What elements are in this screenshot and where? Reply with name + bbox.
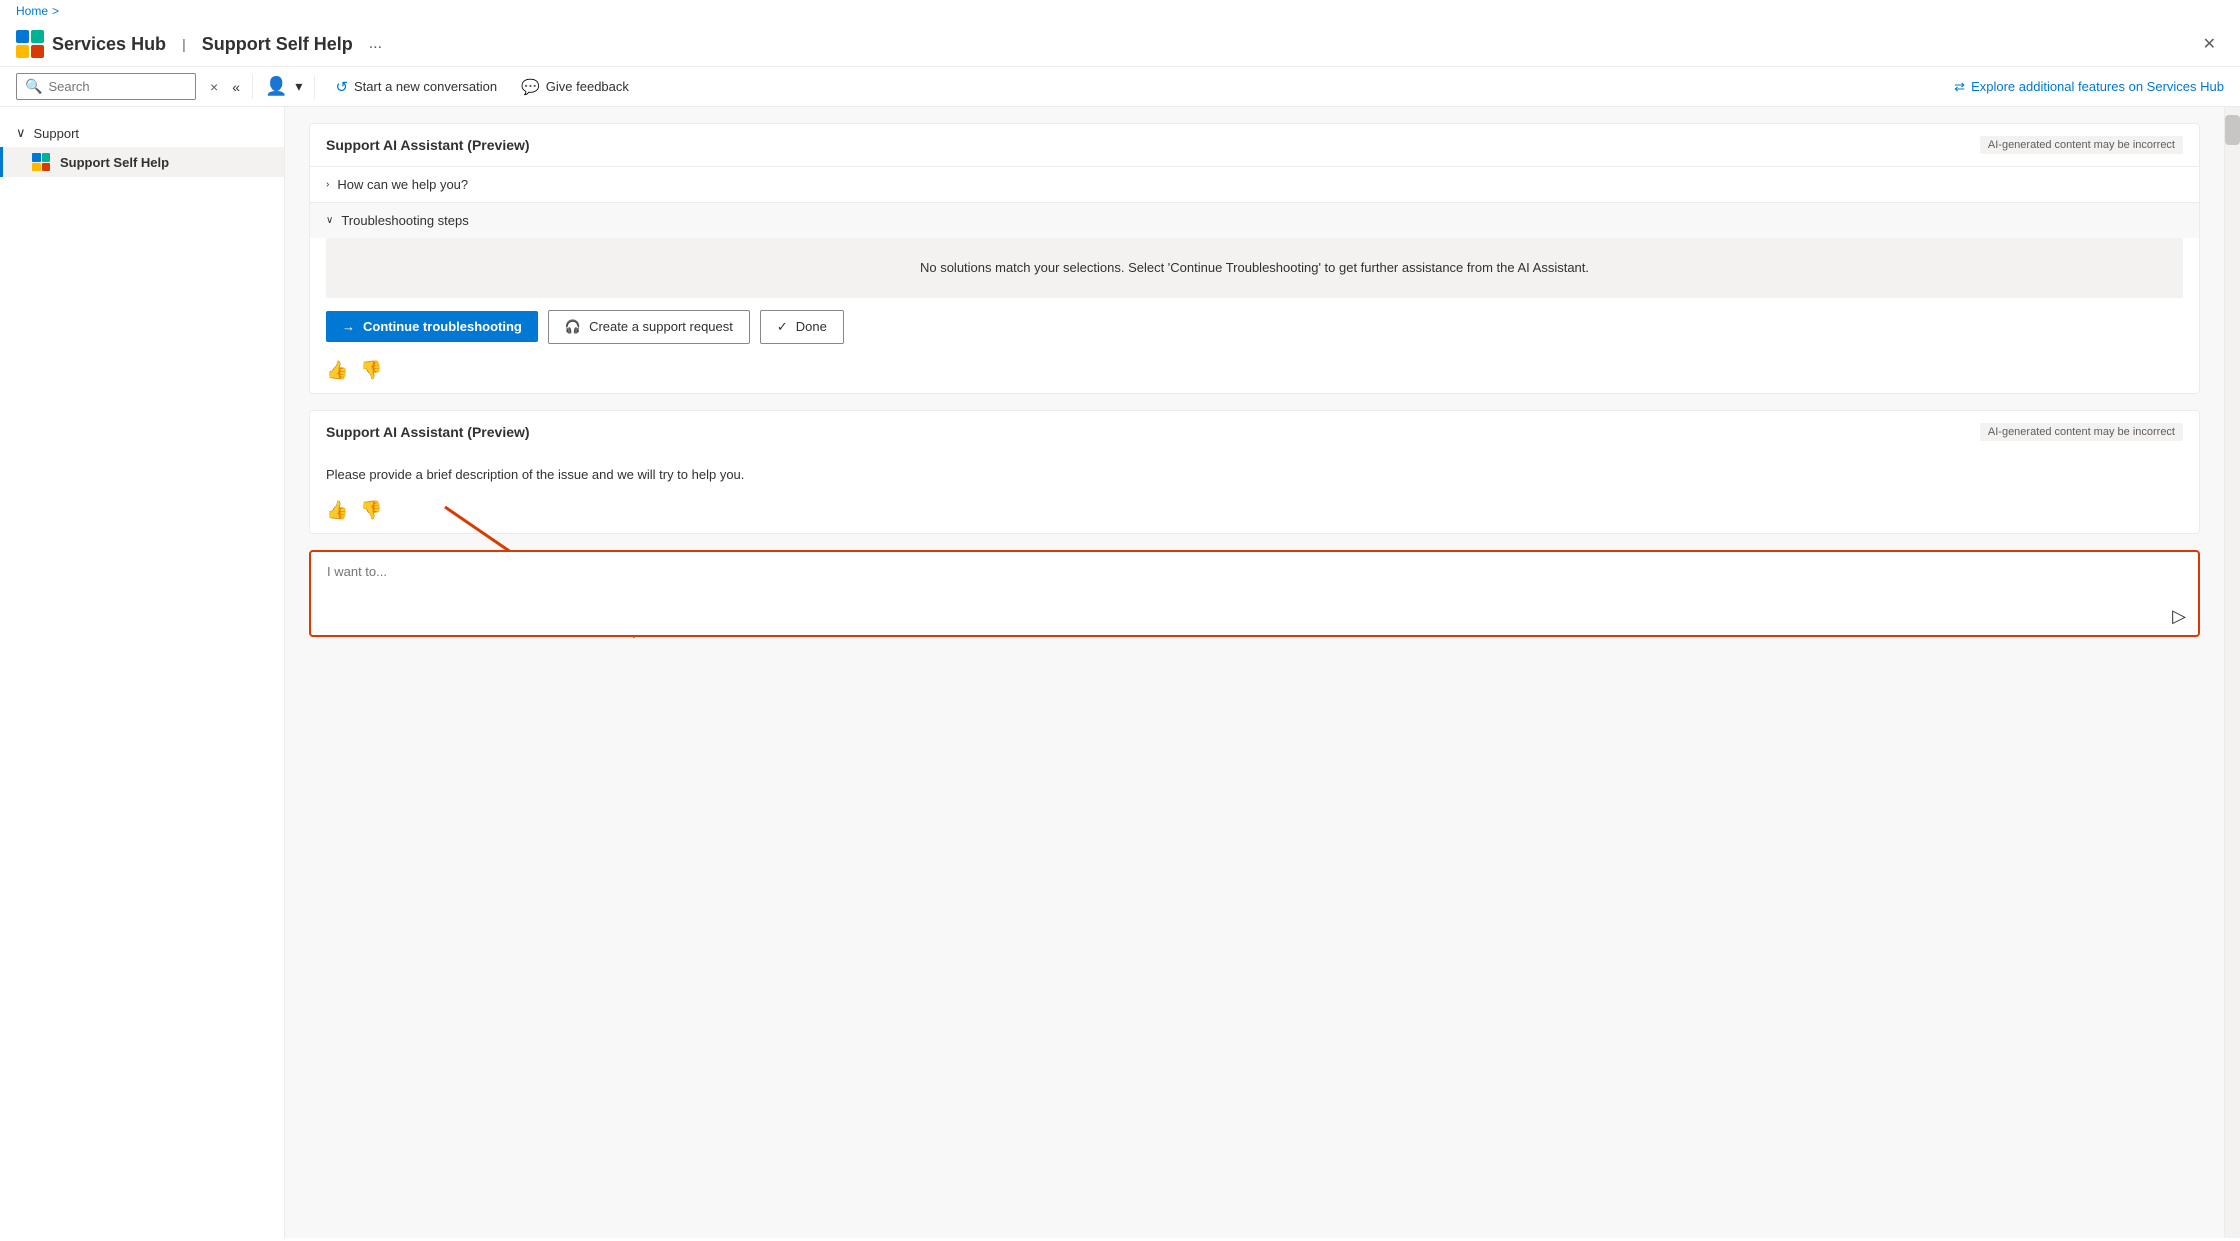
give-feedback-label: Give feedback bbox=[546, 79, 629, 94]
thumbs-down-button-1[interactable]: 👎 bbox=[360, 360, 382, 381]
sidebar-item-label: Support Self Help bbox=[60, 155, 169, 170]
chevron-down-icon: ∨ bbox=[16, 125, 26, 141]
feedback-row-2: 👍 👎 bbox=[310, 496, 2199, 533]
continue-troubleshooting-label: Continue troubleshooting bbox=[363, 319, 522, 334]
continue-troubleshooting-button[interactable]: → Continue troubleshooting bbox=[326, 311, 538, 342]
create-support-request-label: Create a support request bbox=[589, 319, 733, 334]
chat-card-2: Support AI Assistant (Preview) AI-genera… bbox=[309, 410, 2200, 535]
app-title: Services Hub bbox=[52, 34, 166, 55]
sidebar-group-text: Support bbox=[34, 126, 80, 141]
chevron-down-icon: ∨ bbox=[326, 215, 333, 226]
check-icon: ✓ bbox=[777, 319, 788, 335]
toolbar-divider-2 bbox=[314, 75, 315, 99]
toolbar-divider bbox=[252, 75, 253, 99]
logo-tr bbox=[42, 153, 51, 162]
arrow-icon: → bbox=[342, 319, 355, 334]
search-box: 🔍 bbox=[16, 73, 196, 100]
toolbar: 🔍 × « 👤 ▾ ↺ Start a new conversation 💬 G… bbox=[0, 67, 2240, 107]
troubleshoot-message: No solutions match your selections. Sele… bbox=[920, 260, 1589, 275]
logo-br bbox=[31, 45, 44, 58]
more-options-button[interactable]: ... bbox=[361, 31, 390, 57]
chat-card-1-title: Support AI Assistant (Preview) bbox=[326, 137, 530, 153]
explore-features-link[interactable]: ⇄ Explore additional features on Service… bbox=[1954, 79, 2224, 95]
send-button[interactable]: ▷ bbox=[2172, 606, 2186, 627]
main-layout: ∨ Support Support Self Help Support AI A… bbox=[0, 107, 2240, 1238]
explore-icon: ⇄ bbox=[1954, 79, 1965, 95]
how-can-we-help-label: How can we help you? bbox=[337, 177, 468, 192]
title-separator: | bbox=[182, 36, 186, 52]
create-support-request-button[interactable]: 🎧 Create a support request bbox=[548, 310, 750, 344]
thumbs-up-button-1[interactable]: 👍 bbox=[326, 360, 348, 381]
logo-tr bbox=[31, 30, 44, 43]
person-dropdown-button[interactable]: ▾ bbox=[295, 78, 302, 95]
logo-bl bbox=[16, 45, 29, 58]
troubleshooting-steps-section[interactable]: ∨ Troubleshooting steps bbox=[310, 202, 2199, 238]
chevron-right-icon: › bbox=[326, 179, 329, 190]
content-area: Support AI Assistant (Preview) AI-genera… bbox=[285, 107, 2224, 1238]
chat-card-1-header: Support AI Assistant (Preview) AI-genera… bbox=[310, 124, 2199, 166]
headset-icon: 🎧 bbox=[565, 319, 581, 335]
clear-search-button[interactable]: × bbox=[204, 77, 224, 97]
done-button[interactable]: ✓ Done bbox=[760, 310, 844, 344]
message-input[interactable] bbox=[311, 552, 2198, 632]
breadcrumb: Home > bbox=[0, 0, 2240, 22]
ai-disclaimer-2: AI-generated content may be incorrect bbox=[1980, 423, 2183, 441]
how-can-we-help-section[interactable]: › How can we help you? bbox=[310, 166, 2199, 202]
top-bar: Services Hub | Support Self Help ... ✕ bbox=[0, 22, 2240, 67]
logo-area: Services Hub | Support Self Help ... bbox=[16, 30, 390, 58]
breadcrumb-sep: > bbox=[52, 4, 59, 18]
send-icon: ▷ bbox=[2172, 606, 2186, 626]
done-label: Done bbox=[796, 319, 827, 334]
person-icon: 👤 bbox=[265, 76, 287, 97]
app-subtitle: Support Self Help bbox=[202, 34, 353, 55]
chat-card-2-title: Support AI Assistant (Preview) bbox=[326, 424, 530, 440]
close-button[interactable]: ✕ bbox=[2195, 30, 2224, 58]
description-text: Please provide a brief description of th… bbox=[310, 453, 2199, 497]
action-row-1: → Continue troubleshooting 🎧 Create a su… bbox=[310, 310, 2199, 356]
explore-label: Explore additional features on Services … bbox=[1971, 79, 2224, 94]
search-input[interactable] bbox=[48, 79, 168, 94]
ai-disclaimer-1: AI-generated content may be incorrect bbox=[1980, 136, 2183, 154]
give-feedback-button[interactable]: 💬 Give feedback bbox=[513, 74, 637, 100]
chat-card-1: Support AI Assistant (Preview) AI-genera… bbox=[309, 123, 2200, 394]
sidebar-group-label[interactable]: ∨ Support bbox=[0, 119, 284, 147]
collapse-button[interactable]: « bbox=[232, 79, 240, 95]
logo-tl bbox=[16, 30, 29, 43]
start-conversation-button[interactable]: ↺ Start a new conversation bbox=[327, 74, 505, 100]
troubleshoot-body: No solutions match your selections. Sele… bbox=[326, 238, 2183, 298]
sidebar: ∨ Support Support Self Help bbox=[0, 107, 285, 1238]
app-logo bbox=[16, 30, 44, 58]
feedback-icon: 💬 bbox=[521, 78, 540, 96]
logo-bl bbox=[32, 163, 41, 172]
thumbs-down-button-2[interactable]: 👎 bbox=[360, 500, 382, 521]
input-area: ▷ bbox=[309, 550, 2200, 637]
search-icon: 🔍 bbox=[25, 78, 42, 95]
chat-card-2-header: Support AI Assistant (Preview) AI-genera… bbox=[310, 411, 2199, 453]
breadcrumb-home[interactable]: Home bbox=[16, 4, 48, 18]
scrollbar-area[interactable] bbox=[2224, 107, 2240, 1238]
start-conversation-label: Start a new conversation bbox=[354, 79, 497, 94]
thumbs-up-button-2[interactable]: 👍 bbox=[326, 500, 348, 521]
sidebar-item-support-self-help[interactable]: Support Self Help bbox=[0, 147, 284, 177]
sidebar-group-support: ∨ Support Support Self Help bbox=[0, 115, 284, 181]
feedback-row-1: 👍 👎 bbox=[310, 356, 2199, 393]
logo-br bbox=[42, 163, 51, 172]
sidebar-item-logo bbox=[32, 153, 50, 171]
troubleshooting-steps-label: Troubleshooting steps bbox=[341, 213, 468, 228]
refresh-icon: ↺ bbox=[335, 78, 348, 96]
logo-tl bbox=[32, 153, 41, 162]
